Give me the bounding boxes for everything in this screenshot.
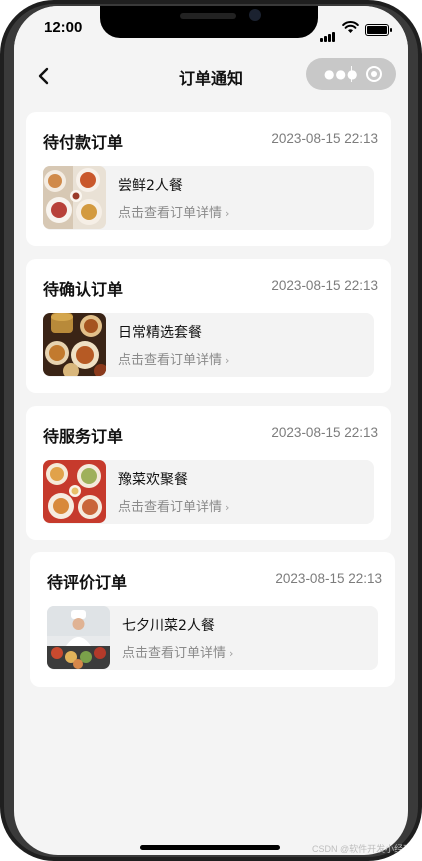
order-detail-link-text: 点击查看订单详情 xyxy=(118,353,223,368)
order-card-time: 2023-08-15 22:13 xyxy=(271,278,378,293)
target-circle-icon[interactable] xyxy=(366,66,382,82)
order-detail-link[interactable]: 点击查看订单详情 › xyxy=(118,349,229,368)
navigation-bar: 订单通知 ●●● xyxy=(14,56,408,96)
order-item-name: 尝鲜2人餐 xyxy=(118,178,183,194)
phone-frame: 12:00 订单通知 ●●● 待付款订单 2023-08-15 22:13 尝鲜… xyxy=(0,0,422,861)
more-dots-icon[interactable]: ●●● xyxy=(324,68,358,80)
camera-icon xyxy=(249,9,261,21)
order-item[interactable]: 豫菜欢聚餐 点击查看订单详情 › xyxy=(43,460,374,524)
order-card: 待付款订单 2023-08-15 22:13 尝鲜2人餐 点击查看订单详情 › xyxy=(26,112,391,246)
mini-program-capsule: ●●● xyxy=(306,58,396,90)
screen: 12:00 订单通知 ●●● 待付款订单 2023-08-15 22:13 尝鲜… xyxy=(14,6,408,855)
food-photo-thumbnail xyxy=(43,460,106,523)
order-detail-link[interactable]: 点击查看订单详情 › xyxy=(118,202,229,221)
order-detail-link-text: 点击查看订单详情 xyxy=(118,206,223,221)
order-card-time: 2023-08-15 22:13 xyxy=(271,131,378,146)
order-card: 待评价订单 2023-08-15 22:13 七夕川菜2人餐 点击查看订单详情 … xyxy=(30,552,395,687)
food-photo-thumbnail xyxy=(43,166,106,229)
order-card-title: 待确认订单 xyxy=(43,280,124,299)
order-card-title: 待服务订单 xyxy=(43,427,124,446)
order-detail-link[interactable]: 点击查看订单详情 › xyxy=(122,642,233,661)
speaker xyxy=(180,13,236,19)
order-item[interactable]: 七夕川菜2人餐 点击查看订单详情 › xyxy=(47,606,378,670)
wifi-icon xyxy=(342,21,359,33)
chevron-right-icon: › xyxy=(225,207,230,220)
order-item[interactable]: 尝鲜2人餐 点击查看订单详情 › xyxy=(43,166,374,230)
order-card-time: 2023-08-15 22:13 xyxy=(271,425,378,440)
order-card: 待确认订单 2023-08-15 22:13 日常精选套餐 点击查看订单详情 › xyxy=(26,259,391,393)
order-detail-link-text: 点击查看订单详情 xyxy=(118,500,223,515)
order-item[interactable]: 日常精选套餐 点击查看订单详情 › xyxy=(43,313,374,377)
order-detail-link-text: 点击查看订单详情 xyxy=(122,646,227,661)
status-bar: 12:00 xyxy=(14,6,408,50)
battery-icon xyxy=(365,24,392,36)
watermark: CSDN @软件开发小经理 xyxy=(312,844,413,854)
order-detail-link[interactable]: 点击查看订单详情 › xyxy=(118,496,229,515)
chevron-right-icon: › xyxy=(229,647,234,660)
order-item-name: 七夕川菜2人餐 xyxy=(122,618,215,634)
order-card-time: 2023-08-15 22:13 xyxy=(275,571,382,586)
chevron-right-icon: › xyxy=(225,501,230,514)
order-card-title: 待评价订单 xyxy=(47,573,128,592)
order-card: 待服务订单 2023-08-15 22:13 豫菜欢聚餐 点击查看订单详情 › xyxy=(26,406,391,540)
notch xyxy=(100,6,318,38)
order-item-name: 日常精选套餐 xyxy=(118,325,202,341)
chef-photo-thumbnail xyxy=(47,606,110,669)
chevron-right-icon: › xyxy=(225,354,230,367)
home-indicator xyxy=(140,845,280,850)
capsule-divider xyxy=(351,66,352,82)
order-card-title: 待付款订单 xyxy=(43,133,124,152)
food-photo-thumbnail xyxy=(43,313,106,376)
signal-icon xyxy=(320,23,336,42)
status-time: 12:00 xyxy=(44,19,83,36)
order-item-name: 豫菜欢聚餐 xyxy=(118,472,188,488)
